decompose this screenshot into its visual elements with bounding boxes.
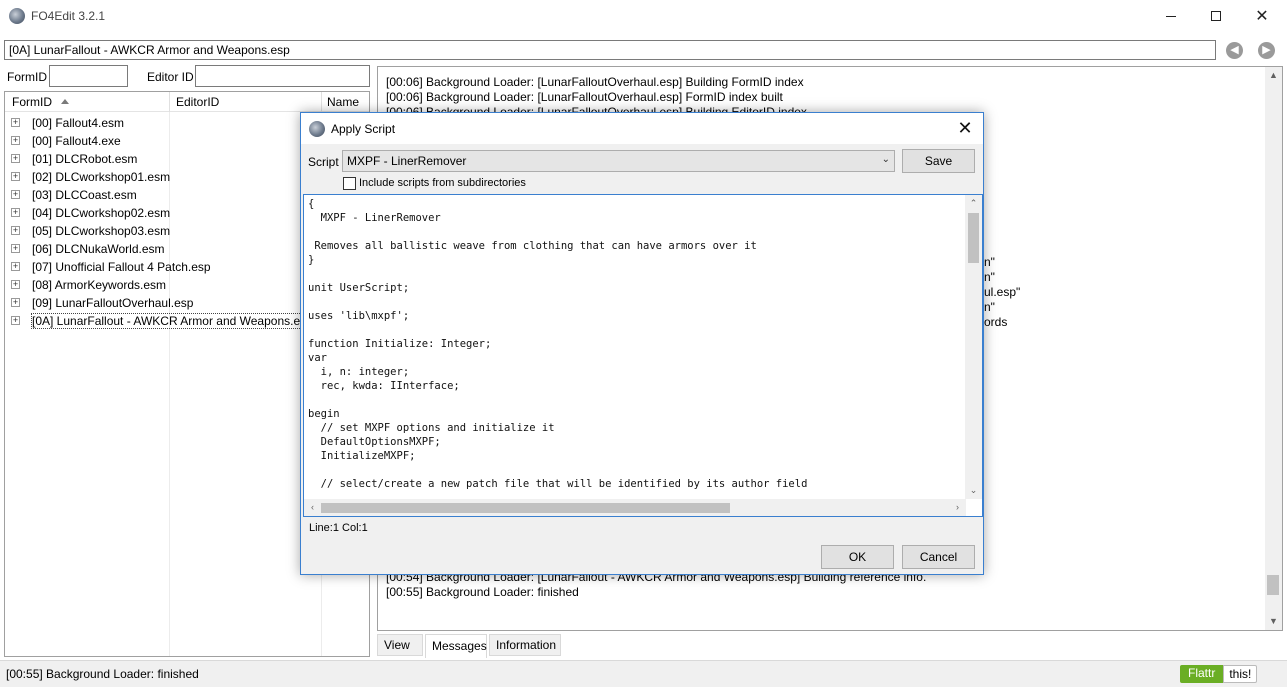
flattr-this-label: this! (1223, 665, 1258, 683)
plugin-label: [05] DLCworkshop03.esm (32, 224, 171, 238)
sort-ascending-icon (61, 99, 69, 104)
column-divider[interactable] (169, 92, 170, 112)
message-fragment: ul.esp" (984, 285, 1021, 299)
editor-horizontal-scrollbar[interactable]: ‹ › (304, 499, 966, 516)
status-bar: [00:55] Background Loader: finished Flat… (0, 660, 1287, 687)
current-path-field[interactable]: [0A] LunarFallout - AWKCR Armor and Weap… (4, 40, 1216, 60)
flattr-label: Flattr (1180, 665, 1224, 683)
expand-icon[interactable]: + (11, 190, 20, 199)
cancel-button[interactable]: Cancel (902, 545, 975, 569)
minimize-icon (1166, 15, 1176, 17)
plugin-label: [04] DLCworkshop02.esm (32, 206, 171, 220)
app-icon (9, 8, 25, 24)
column-divider[interactable] (321, 92, 322, 112)
minimize-button[interactable] (1148, 0, 1194, 32)
dialog-titlebar: Apply Script ✕ (301, 113, 983, 144)
plugin-label: [01] DLCRobot.esm (32, 152, 138, 166)
include-subdirs-checkbox[interactable] (343, 177, 356, 190)
message-fragment: n" (984, 255, 995, 269)
expand-icon[interactable]: + (11, 316, 20, 325)
message-fragment: n" (984, 300, 995, 314)
plugin-label: [09] LunarFalloutOverhaul.esp (32, 296, 194, 310)
script-editor[interactable]: { MXPF - LinerRemover Removes all ballis… (303, 194, 983, 517)
message-line: [00:06] Background Loader: [LunarFallout… (386, 75, 804, 89)
maximize-icon (1211, 11, 1221, 21)
plugin-label: [00] Fallout4.esm (32, 116, 125, 130)
forward-button[interactable]: ▶ (1258, 42, 1275, 59)
scroll-left-icon[interactable]: ‹ (304, 499, 321, 516)
column-name[interactable]: Name (327, 95, 359, 109)
message-line: [00:55] Background Loader: finished (386, 585, 579, 599)
plugin-label: [03] DLCCoast.esm (32, 188, 137, 202)
plugin-label: [06] DLCNukaWorld.esm (32, 242, 165, 256)
back-arrow-icon: ◀ (1230, 44, 1239, 56)
include-subdirs-label: Include scripts from subdirectories (359, 177, 526, 189)
main-titlebar: FO4Edit 3.2.1 ✕ (0, 0, 1287, 34)
plugin-label: [07] Unofficial Fallout 4 Patch.esp (32, 260, 211, 274)
chevron-down-icon: ⌄ (881, 154, 890, 165)
plugin-label: [08] ArmorKeywords.esm (32, 278, 167, 292)
message-fragment: ords (984, 315, 1008, 329)
tab-view[interactable]: View (377, 634, 423, 656)
scrollbar-thumb[interactable] (1267, 575, 1279, 595)
tree-header: FormID EditorID Name (5, 92, 369, 112)
tab-messages[interactable]: Messages (425, 634, 487, 658)
plugin-label: [0A] LunarFallout - AWKCR Armor and Weap… (31, 313, 316, 329)
close-icon: ✕ (957, 118, 973, 138)
column-formid[interactable]: FormID (12, 95, 52, 109)
expand-icon[interactable]: + (11, 298, 20, 307)
dialog-title: Apply Script (331, 122, 396, 136)
scroll-down-icon[interactable]: ▼ (1265, 613, 1282, 630)
expand-icon[interactable]: + (11, 154, 20, 163)
close-icon: ✕ (1255, 8, 1269, 25)
scroll-right-icon[interactable]: › (949, 499, 966, 516)
forward-arrow-icon: ▶ (1262, 44, 1271, 56)
plugin-label: [02] DLCworkshop01.esm (32, 170, 171, 184)
editorid-filter-input[interactable] (195, 65, 370, 87)
editor-vertical-scrollbar[interactable]: ⌃ ⌄ (965, 195, 982, 499)
messages-scrollbar[interactable]: ▲ ▼ (1265, 67, 1282, 630)
expand-icon[interactable]: + (11, 136, 20, 145)
script-select-value: MXPF - LinerRemover (347, 154, 467, 168)
save-button[interactable]: Save (902, 149, 975, 173)
maximize-button[interactable] (1193, 0, 1239, 32)
scroll-up-icon[interactable]: ⌃ (965, 195, 982, 212)
close-button[interactable]: ✕ (1239, 0, 1285, 32)
back-button[interactable]: ◀ (1226, 42, 1243, 59)
scroll-down-icon[interactable]: ⌄ (965, 482, 982, 499)
expand-icon[interactable]: + (11, 244, 20, 253)
expand-icon[interactable]: + (11, 280, 20, 289)
plugin-label: [00] Fallout4.exe (32, 134, 121, 148)
expand-icon[interactable]: + (11, 172, 20, 181)
editorid-filter-label: Editor ID (147, 70, 194, 84)
scrollbar-thumb[interactable] (968, 213, 979, 263)
status-text: [00:55] Background Loader: finished (6, 667, 199, 681)
scrollbar-thumb[interactable] (321, 503, 730, 513)
apply-script-dialog: Apply Script ✕ Script MXPF - LinerRemove… (300, 112, 984, 575)
message-fragment: n" (984, 270, 995, 284)
flattr-button[interactable]: Flattr this! (1180, 665, 1258, 683)
column-editorid[interactable]: EditorID (176, 95, 219, 109)
tab-information[interactable]: Information (489, 634, 561, 656)
dialog-app-icon (309, 121, 325, 137)
expand-icon[interactable]: + (11, 208, 20, 217)
message-line: [00:06] Background Loader: [LunarFallout… (386, 90, 783, 104)
expand-icon[interactable]: + (11, 226, 20, 235)
formid-filter-input[interactable] (49, 65, 128, 87)
script-select[interactable]: MXPF - LinerRemover ⌄ (342, 150, 895, 172)
window-title: FO4Edit 3.2.1 (31, 9, 106, 23)
script-code[interactable]: { MXPF - LinerRemover Removes all ballis… (308, 197, 958, 491)
scroll-up-icon[interactable]: ▲ (1265, 67, 1282, 84)
cursor-position: Line:1 Col:1 (309, 522, 368, 534)
script-label: Script (308, 155, 339, 169)
ok-button[interactable]: OK (821, 545, 894, 569)
expand-icon[interactable]: + (11, 118, 20, 127)
dialog-close-button[interactable]: ✕ (951, 116, 979, 140)
formid-filter-label: FormID (7, 70, 47, 84)
expand-icon[interactable]: + (11, 262, 20, 271)
